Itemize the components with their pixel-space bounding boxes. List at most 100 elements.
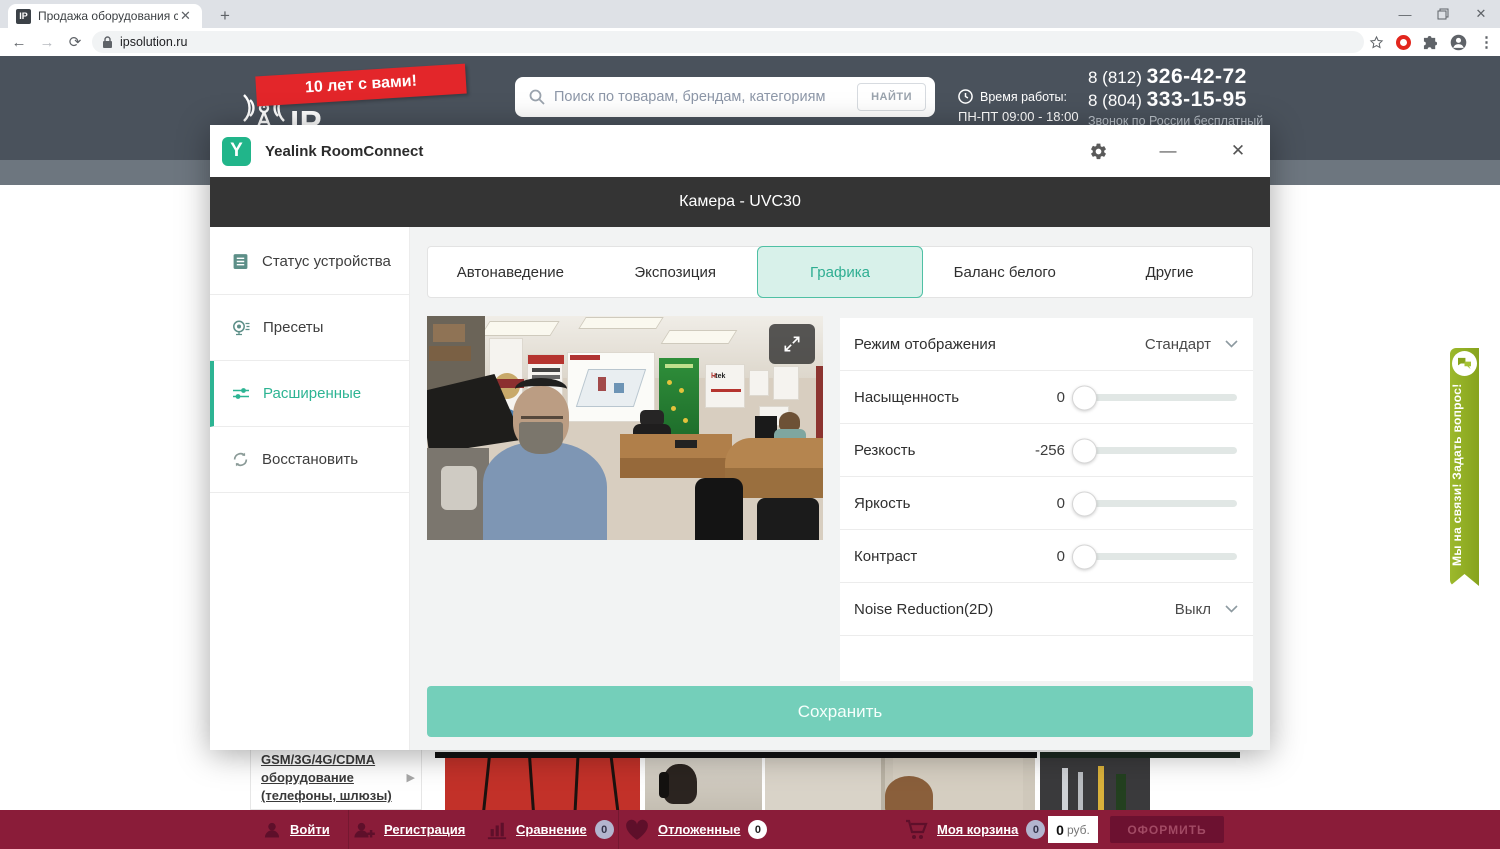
brightness-slider[interactable] [1077, 500, 1237, 507]
bookmark-star-icon[interactable] [1369, 35, 1384, 50]
category-link-line3[interactable]: (телефоны, шлюзы) [261, 787, 411, 805]
saturation-row: Насыщенность 0 [840, 371, 1253, 424]
cart-link[interactable]: Моя корзина [937, 822, 1018, 837]
register-item[interactable]: Регистрация [352, 810, 465, 849]
user-icon [262, 820, 282, 840]
forward-button[interactable]: → [36, 31, 58, 53]
heart-icon [624, 818, 650, 841]
scene-phone [675, 440, 697, 448]
address-bar[interactable]: ipsolution.ru [92, 31, 1364, 53]
user-add-icon [352, 820, 376, 840]
tab-white-balance[interactable]: Баланс белого [922, 247, 1087, 297]
saturation-slider[interactable] [1077, 394, 1237, 401]
search-input[interactable] [554, 89, 857, 105]
cart-icon [905, 819, 929, 840]
modal-content: Автонаведение Экспозиция Графика Баланс … [410, 227, 1270, 750]
contrast-row: Контраст 0 [840, 530, 1253, 583]
sidebar-item-restore[interactable]: Восстановить [210, 427, 409, 493]
phone1-number: 326-42-72 [1147, 65, 1247, 88]
cart-total-currency: руб. [1067, 823, 1090, 837]
new-tab-button[interactable]: + [214, 5, 236, 27]
bottombar-separator [348, 810, 349, 849]
contrast-slider[interactable] [1077, 553, 1237, 560]
slider-handle[interactable] [1072, 438, 1097, 463]
deferred-link[interactable]: Отложенные [658, 822, 740, 837]
phone1-code: 8 (812) [1088, 68, 1142, 87]
checkout-button[interactable]: ОФОРМИТЬ [1110, 816, 1224, 843]
deferred-item[interactable]: Отложенные 0 [624, 810, 767, 849]
category-menu-item[interactable]: GSM/3G/4G/CDMA оборудование (телефоны, ш… [250, 744, 422, 810]
tab-others[interactable]: Другие [1087, 247, 1252, 297]
extensions-puzzle-icon[interactable] [1423, 35, 1438, 50]
slider-handle[interactable] [1072, 491, 1097, 516]
search-submit-button[interactable]: НАЙТИ [857, 83, 926, 111]
extension-red-icon[interactable] [1396, 35, 1411, 50]
noise-reduction-value[interactable]: Выкл [1175, 601, 1211, 618]
window-restore-button[interactable] [1424, 0, 1462, 28]
product-image-callcenter-woman[interactable] [765, 758, 1035, 810]
category-link-line2[interactable]: оборудование [261, 769, 411, 787]
compare-link[interactable]: Сравнение [516, 822, 587, 837]
tab-autoframing[interactable]: Автонаведение [428, 247, 593, 297]
sharpness-slider[interactable] [1077, 447, 1237, 454]
category-link-line1[interactable]: GSM/3G/4G/CDMA [261, 751, 411, 769]
sidebar-item-device-status[interactable]: Статус устройства [210, 229, 409, 295]
tab-exposure[interactable]: Экспозиция [593, 247, 758, 297]
login-link[interactable]: Войти [290, 822, 330, 837]
brightness-value: 0 [995, 495, 1065, 512]
deferred-count-badge: 0 [748, 820, 767, 839]
tab-close-icon[interactable]: ✕ [180, 8, 191, 24]
compare-item[interactable]: Сравнение 0 [486, 810, 614, 849]
back-button[interactable]: ← [8, 31, 30, 53]
register-link[interactable]: Регистрация [384, 822, 465, 837]
modal-minimize-button[interactable]: — [1156, 139, 1180, 163]
lock-icon [102, 36, 113, 49]
chevron-down-icon[interactable] [1225, 340, 1238, 348]
sidebar-item-label: Расширенные [263, 385, 361, 402]
slider-handle[interactable] [1072, 385, 1097, 410]
reload-button[interactable]: ⟳ [64, 31, 86, 53]
tab-graphics[interactable]: Графика [757, 246, 924, 298]
sidebar-item-presets[interactable]: Пресеты [210, 295, 409, 361]
brightness-row: Яркость 0 [840, 477, 1253, 530]
modal-close-button[interactable]: ✕ [1226, 139, 1250, 163]
product-image-antennas[interactable] [445, 758, 640, 810]
tab-title: Продажа оборудования связи, [38, 9, 178, 23]
scene-ceiling-light [661, 330, 738, 344]
cart-total-value: 0 [1056, 822, 1064, 838]
product-image-toolbag[interactable] [1040, 758, 1150, 810]
yealink-roomconnect-window: Y Yealink RoomConnect — ✕ Камера - UVC30… [210, 125, 1270, 750]
scene-man-glasses [521, 416, 563, 419]
saturation-value: 0 [995, 389, 1065, 406]
window-minimize-button[interactable]: — [1386, 0, 1424, 28]
graphics-settings-panel: Режим отображения Стандарт Насыщенность … [840, 318, 1253, 681]
slider-handle[interactable] [1072, 544, 1097, 569]
anniversary-ribbon: 10 лет с вами! [255, 64, 466, 107]
noise-reduction-row: Noise Reduction(2D) Выкл [840, 583, 1253, 636]
modal-sidebar: Статус устройства Пресеты Расширенные [210, 227, 410, 750]
chat-widget-label: Мы на связи! Задать вопрос! [1450, 380, 1479, 570]
scene-box [433, 324, 465, 342]
window-close-button[interactable]: ✕ [1462, 0, 1500, 28]
product-image-callcenter-man[interactable] [645, 758, 762, 810]
contrast-label: Контраст [854, 548, 917, 565]
browser-menu-icon[interactable]: ⋮ [1479, 33, 1494, 51]
scene-box [429, 346, 471, 361]
chat-widget[interactable]: Мы на связи! Задать вопрос! [1450, 348, 1479, 586]
fullscreen-expand-button[interactable] [769, 324, 815, 364]
restore-icon [232, 451, 249, 468]
display-mode-value[interactable]: Стандарт [1145, 336, 1211, 353]
login-item[interactable]: Войти [262, 810, 330, 849]
sidebar-item-advanced[interactable]: Расширенные [210, 361, 409, 427]
clock-icon [958, 89, 973, 104]
chevron-down-icon[interactable] [1225, 605, 1238, 613]
cart-item[interactable]: Моя корзина 0 [905, 810, 1045, 849]
scene-bag [441, 466, 477, 510]
browser-tab[interactable]: IP Продажа оборудования связи, ✕ [8, 4, 202, 28]
save-button[interactable]: Сохранить [427, 686, 1253, 737]
profile-avatar-icon[interactable] [1450, 34, 1467, 51]
search-box: НАЙТИ [515, 77, 935, 117]
modal-title: Yealink RoomConnect [265, 143, 423, 160]
modal-settings-gear-icon[interactable] [1086, 139, 1110, 163]
modal-titlebar: Y Yealink RoomConnect — ✕ [210, 125, 1270, 177]
